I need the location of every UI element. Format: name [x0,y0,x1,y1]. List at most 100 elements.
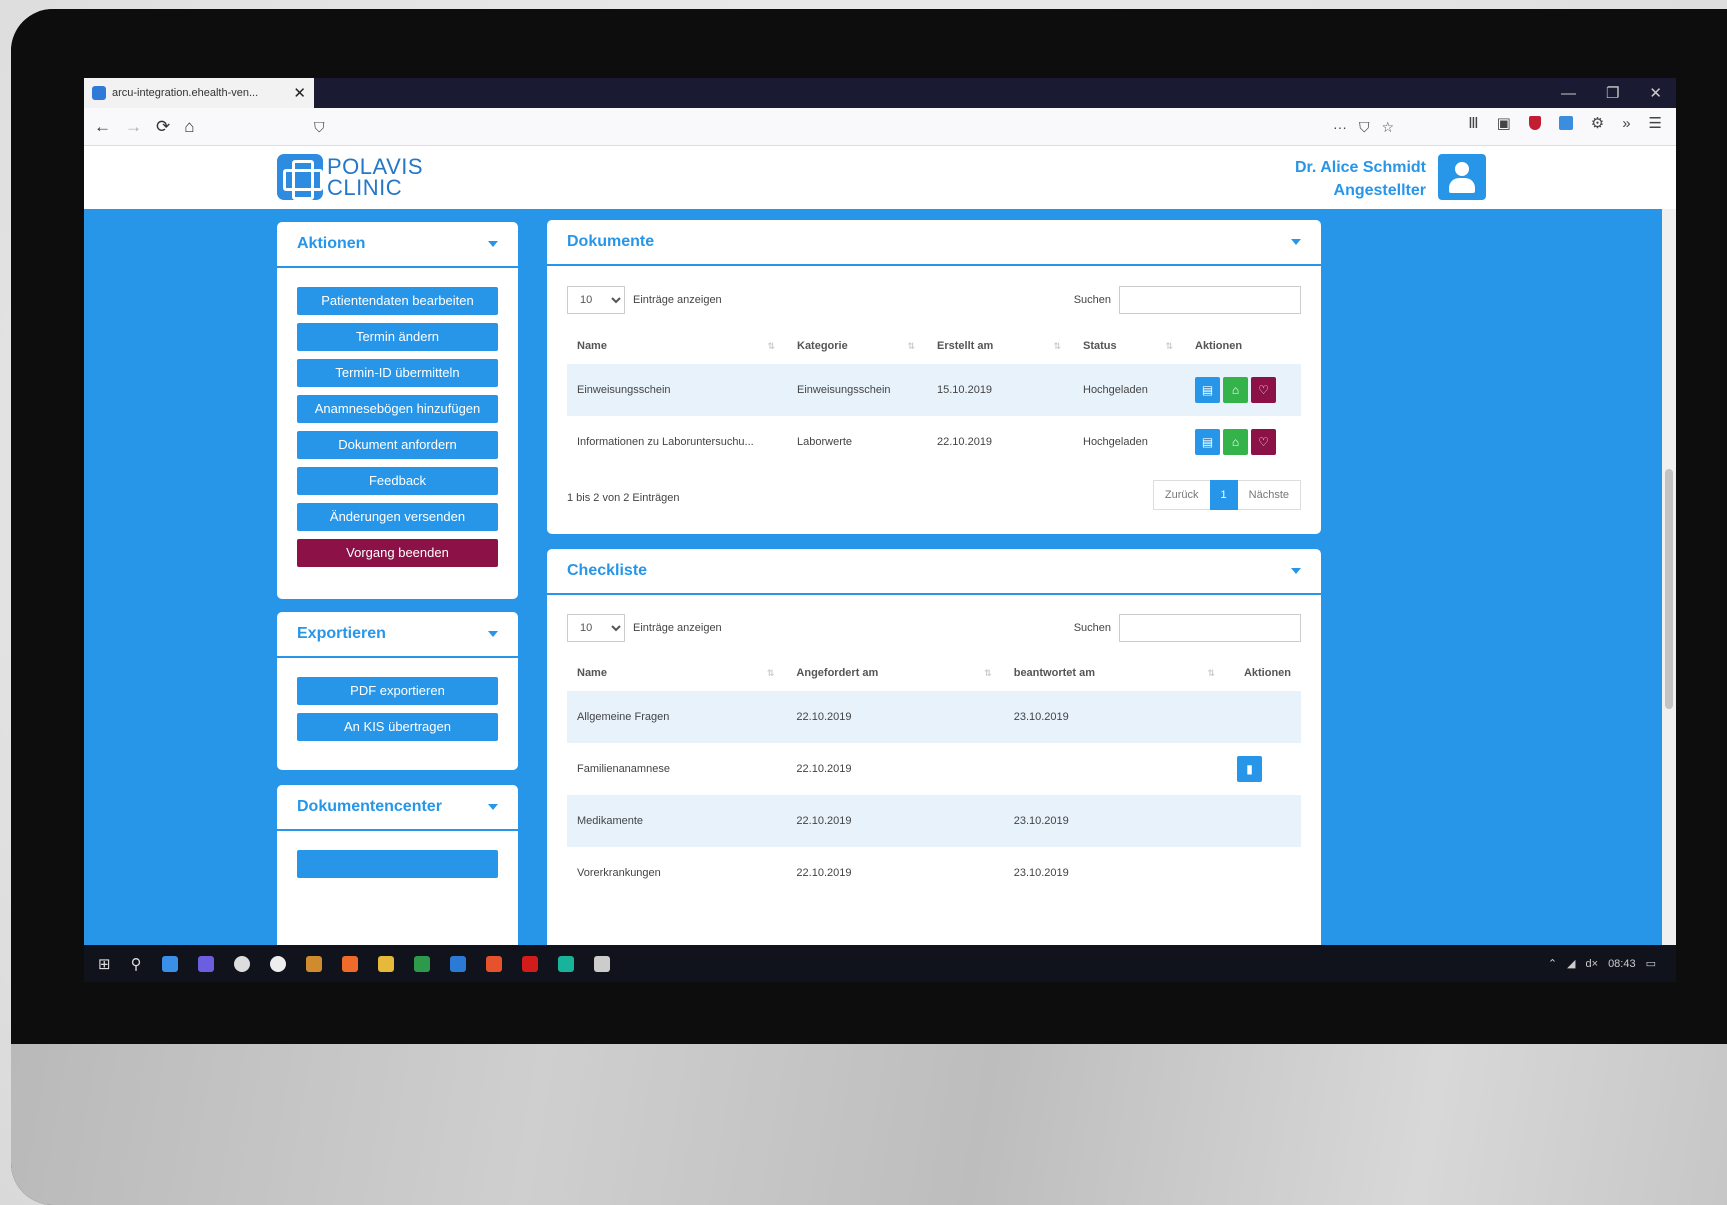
sidebar-icon[interactable]: ▣ [1497,114,1511,132]
maximize-icon[interactable]: ❐ [1606,84,1619,102]
bookmark-star-icon[interactable]: ☆ [1381,119,1394,136]
dokumentencenter-button[interactable] [297,850,498,878]
page-scrollbar[interactable] [1662,209,1676,945]
logo-cross-icon [277,154,323,200]
dokumentencenter-title: Dokumentencenter [297,798,442,815]
chevron-down-icon[interactable] [1291,568,1301,574]
send-changes-button[interactable]: Änderungen versenden [297,503,498,531]
search-label: Suchen [1073,622,1111,634]
forward-icon[interactable]: → [125,117,142,137]
menu-icon[interactable]: ☰ [1649,114,1662,132]
app-header: POLAVIS CLINIC Dr. Alice Schmidt Angeste… [84,146,1676,209]
entries-label: Einträge anzeigen [633,622,722,634]
feedback-button[interactable]: Feedback [297,467,498,495]
folder-icon[interactable] [377,955,394,972]
settings-icon[interactable]: ⚙ [1591,114,1604,132]
change-appointment-button[interactable]: Termin ändern [297,323,498,351]
chevron-down-icon[interactable] [488,241,498,247]
end-process-button[interactable]: Vorgang beenden [297,539,498,567]
overflow-icon[interactable]: » [1622,115,1630,132]
photo-background: arcu-integration.ehealth-ven... ✕ — ❐ ✕ … [0,0,1727,1205]
windows-start-icon[interactable]: ⊞ [98,955,111,973]
transfer-kis-button[interactable]: An KIS übertragen [297,713,498,741]
firefox-icon[interactable] [341,955,358,972]
col-beantwortet[interactable]: beantwortet am ⇅ [1004,655,1227,691]
col-erstellt[interactable]: Erstellt am ⇅ [927,328,1073,364]
search-input[interactable] [1119,614,1301,642]
chrome-icon[interactable] [233,955,250,972]
app-icon[interactable] [197,955,214,972]
chevron-down-icon[interactable] [488,631,498,637]
checkliste-title: Checkliste [567,562,648,579]
search-input[interactable] [1119,286,1301,314]
app-icon[interactable] [557,955,574,972]
export-pdf-button[interactable]: PDF exportieren [297,677,498,705]
table-info: 1 bis 2 von 2 Einträgen [567,492,680,504]
tab-close-icon[interactable]: ✕ [293,84,306,102]
app-icon[interactable] [521,955,538,972]
reload-icon[interactable]: ⟳ [156,117,170,137]
url-bar[interactable]: ⛉ ··· ⛉ ☆ [314,114,1394,140]
col-name[interactable]: Name ⇅ [567,328,787,364]
user-info[interactable]: Dr. Alice Schmidt Angestellter [1295,156,1426,202]
col-angefordert[interactable]: Angefordert am ⇅ [786,655,1003,691]
add-anamnesis-button[interactable]: Anamnesebögen hinzufügen [297,395,498,423]
page-button[interactable]: 1 [1209,480,1238,510]
window-controls: — ❐ ✕ [1561,78,1662,108]
edit-patient-button[interactable]: Patientendaten bearbeiten [297,287,498,315]
upload-icon[interactable]: ⌂ [1223,429,1248,455]
page-actions-icon[interactable]: ··· [1333,119,1347,136]
col-aktionen: Aktionen [1195,340,1243,352]
volume-icon[interactable]: d× [1586,958,1599,970]
page-size-select[interactable]: 10 [567,286,625,314]
table-row: Familienanamnese 22.10.2019 ▮ [567,743,1301,795]
app-icon[interactable] [269,955,286,972]
back-icon[interactable]: ← [94,117,111,137]
app-icon[interactable] [593,955,610,972]
chevron-down-icon[interactable] [1291,239,1301,245]
home-icon[interactable]: ⌂ [184,117,194,137]
page-size-select[interactable]: 10 [567,614,625,642]
search-icon[interactable]: ⚲ [131,955,142,973]
polavis-logo[interactable]: POLAVIS CLINIC [277,154,423,200]
network-icon[interactable]: ◢ [1567,957,1575,970]
trash-icon[interactable]: ▮ [1237,756,1262,782]
view-document-icon[interactable]: ▤ [1195,377,1220,403]
extension-icon[interactable] [1558,116,1573,130]
minimize-icon[interactable]: — [1561,85,1576,102]
send-appointment-id-button[interactable]: Termin-ID übermitteln [297,359,498,387]
checkliste-header[interactable]: Checkliste [547,549,1321,595]
delete-icon[interactable]: ♡ [1251,377,1276,403]
app-icon[interactable] [413,955,430,972]
app-icon[interactable] [485,955,502,972]
app-icon[interactable] [449,955,466,972]
delete-icon[interactable]: ♡ [1251,429,1276,455]
dokumentencenter-header[interactable]: Dokumentencenter [277,785,518,831]
prev-page-button[interactable]: Zurück [1154,480,1210,510]
col-status[interactable]: Status ⇅ [1073,328,1185,364]
pocket-icon[interactable]: ⛉ [1359,119,1370,136]
col-kategorie[interactable]: Kategorie ⇅ [787,328,927,364]
monitor: arcu-integration.ehealth-ven... ✕ — ❐ ✕ … [11,9,1727,1205]
tray-chevron-icon[interactable]: ⌃ [1548,957,1557,970]
request-document-button[interactable]: Dokument anfordern [297,431,498,459]
exportieren-title: Exportieren [297,625,386,642]
ublock-icon[interactable] [1528,116,1541,130]
exportieren-header[interactable]: Exportieren [277,612,518,658]
app-icon[interactable] [161,955,178,972]
app-icon[interactable] [305,955,322,972]
user-avatar-icon[interactable] [1438,154,1486,200]
next-page-button[interactable]: Nächste [1238,480,1300,510]
clock[interactable]: 08:43 [1608,958,1636,970]
scrollbar-thumb[interactable] [1665,469,1673,709]
col-name[interactable]: Name ⇅ [567,655,786,691]
browser-tab[interactable]: arcu-integration.ehealth-ven... ✕ [84,78,314,108]
notifications-icon[interactable]: ▭ [1646,957,1656,970]
chevron-down-icon[interactable] [488,804,498,810]
library-icon[interactable]: Ⅲ [1468,114,1478,132]
aktionen-header[interactable]: Aktionen [277,222,518,268]
close-window-icon[interactable]: ✕ [1649,84,1662,102]
view-document-icon[interactable]: ▤ [1195,429,1220,455]
dokumente-header[interactable]: Dokumente [547,220,1321,266]
upload-icon[interactable]: ⌂ [1223,377,1248,403]
